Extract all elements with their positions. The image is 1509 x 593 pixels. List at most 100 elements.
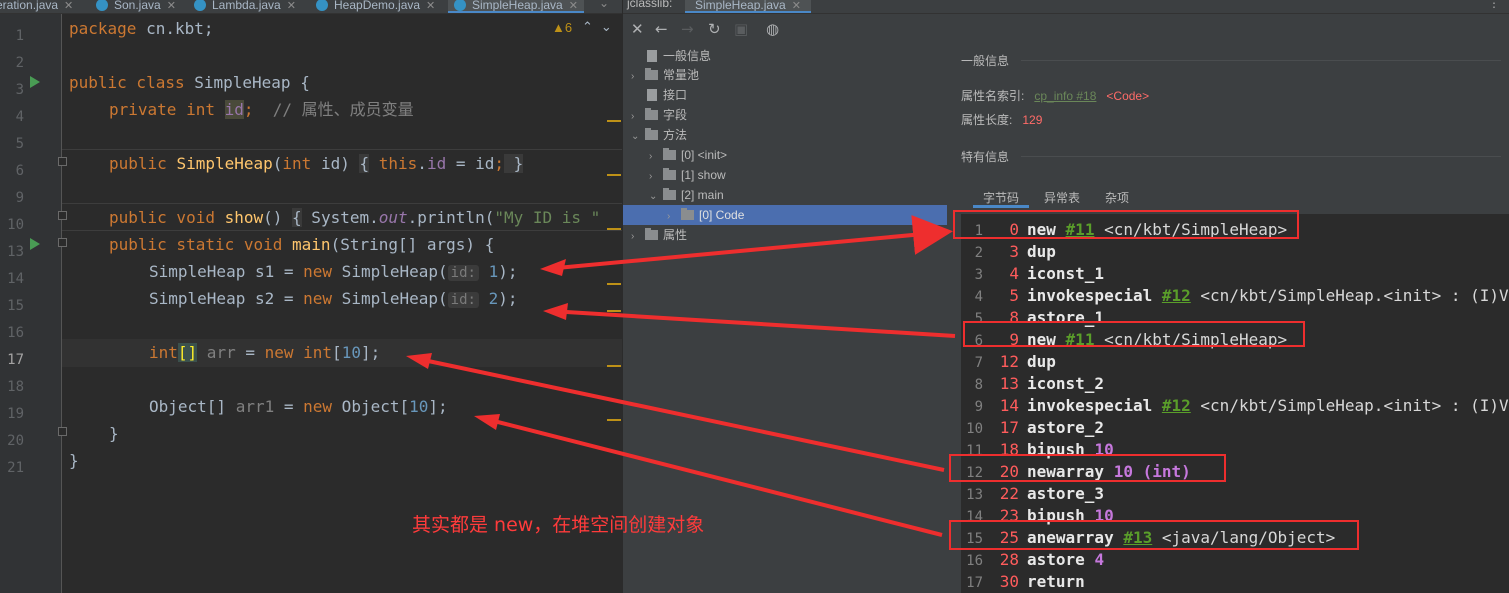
- class-icon: [194, 0, 206, 11]
- keyword: public static void: [109, 235, 293, 254]
- bytecode-row[interactable]: 4 5 invokespecial #12 <cn/kbt/SimpleHeap.<…: [961, 286, 1509, 308]
- tree-item-general[interactable]: 一般信息: [633, 46, 711, 66]
- code-line-1[interactable]: package cn.kbt;: [69, 18, 214, 40]
- code-editor[interactable]: eration.java ✕ Son.java ✕ Lambda.java ✕ Hea…: [0, 0, 622, 593]
- code-text: =: [274, 397, 304, 416]
- warning-indicator[interactable]: ▲6: [552, 20, 572, 35]
- tree-item-constant-pool[interactable]: › 常量池: [631, 65, 699, 85]
- save-icon[interactable]: ▣: [734, 18, 748, 40]
- run-main-icon[interactable]: [30, 238, 40, 250]
- fold-icon[interactable]: [58, 427, 67, 436]
- close-icon[interactable]: ✕: [792, 0, 801, 12]
- tab-bytecode[interactable]: 字节码: [973, 188, 1030, 208]
- refresh-icon[interactable]: ↻: [708, 18, 721, 40]
- warning-stripe[interactable]: [607, 283, 621, 285]
- run-class-icon[interactable]: [30, 76, 40, 88]
- warning-nav-icons[interactable]: ⌃⌄: [582, 19, 620, 35]
- tree-item-fields[interactable]: › 字段: [631, 105, 687, 125]
- bytecode-row[interactable]: 8 13 iconst_2: [961, 374, 1105, 396]
- warning-stripe[interactable]: [607, 228, 621, 230]
- back-icon[interactable]: ←: [655, 18, 668, 40]
- folded-brace[interactable]: }: [504, 154, 524, 173]
- cp-ref-link[interactable]: #12: [1162, 396, 1191, 415]
- code-line-19[interactable]: Object[] arr1 = new Object[10];: [149, 396, 448, 418]
- more-options-icon[interactable]: ⋮: [1488, 0, 1500, 10]
- tab-misc[interactable]: 杂项: [1095, 188, 1139, 208]
- opcode: astore_3: [1027, 484, 1105, 503]
- tree-item-interfaces[interactable]: 接口: [633, 85, 687, 105]
- chevron-right-icon[interactable]: ›: [649, 147, 663, 167]
- tree-item-code[interactable]: › [0] Code: [667, 205, 744, 225]
- close-icon[interactable]: ✕: [287, 0, 296, 12]
- code-line-21[interactable]: }: [69, 450, 79, 472]
- opcode: iconst_2: [1027, 374, 1105, 393]
- field-label: 属性名索引:: [961, 89, 1025, 103]
- chevron-down-icon[interactable]: ⌄: [649, 187, 663, 207]
- field-value: 129: [1022, 113, 1043, 127]
- tab-exception-table[interactable]: 异常表: [1034, 188, 1090, 208]
- tree-item-method-init[interactable]: › [0] <init>: [649, 145, 727, 165]
- code-text: .println(: [407, 208, 495, 227]
- close-icon[interactable]: ✕: [631, 18, 644, 40]
- tree-item-method-show[interactable]: › [1] show: [649, 165, 726, 185]
- chevron-down-icon[interactable]: ⌄: [631, 127, 645, 147]
- code-line-14[interactable]: SimpleHeap s1 = new SimpleHeap(id: 1);: [149, 261, 517, 283]
- tab-lambda-java[interactable]: Lambda.java ✕: [194, 0, 296, 13]
- chevron-right-icon[interactable]: ›: [649, 167, 663, 187]
- code-text: Object[: [332, 397, 410, 416]
- chevron-right-icon[interactable]: ›: [631, 67, 645, 87]
- bytecode-row[interactable]: 16 28 astore 4: [961, 550, 1104, 572]
- code-line-20[interactable]: }: [109, 423, 119, 445]
- globe-icon[interactable]: ◍: [766, 18, 779, 40]
- forward-icon[interactable]: →: [681, 18, 694, 40]
- folded-brace[interactable]: {: [292, 208, 302, 227]
- chevron-right-icon[interactable]: ›: [667, 207, 681, 227]
- warning-stripe[interactable]: [607, 310, 621, 312]
- warning-stripe[interactable]: [607, 365, 621, 367]
- fold-icon[interactable]: [58, 157, 67, 166]
- bytecode-row[interactable]: 2 3 dup: [961, 242, 1056, 264]
- chevron-right-icon[interactable]: ›: [631, 107, 645, 127]
- tree-item-attributes[interactable]: › 属性: [631, 225, 687, 245]
- code-line-6[interactable]: public SimpleHeap(int id) { this.id = id…: [109, 153, 524, 175]
- tab-jclasslib-simpleheap[interactable]: SimpleHeap.java ✕: [685, 0, 811, 13]
- tree-label: [0] <init>: [681, 148, 728, 162]
- cp-info-link[interactable]: cp_info #18: [1034, 89, 1096, 103]
- tree-item-method-main[interactable]: ⌄ [2] main: [649, 185, 724, 205]
- warning-stripe[interactable]: [607, 120, 621, 122]
- close-icon[interactable]: ✕: [64, 0, 73, 12]
- bytecode-row[interactable]: 7 12 dup: [961, 352, 1056, 374]
- code-line-17[interactable]: int[] arr = new int[10];: [149, 342, 380, 364]
- method-separator: [62, 203, 622, 204]
- folded-brace[interactable]: {: [359, 154, 370, 173]
- warning-stripe[interactable]: [607, 174, 621, 176]
- tree-item-methods[interactable]: ⌄ 方法: [631, 125, 687, 145]
- tab-overflow-icon[interactable]: ⌄: [599, 0, 609, 10]
- row-index: 13: [966, 487, 983, 503]
- bytecode-row[interactable]: 9 14 invokespecial #12 <cn/kbt/SimpleHeap.…: [961, 396, 1509, 418]
- bytecode-row[interactable]: 3 4 iconst_1: [961, 264, 1105, 286]
- fold-icon[interactable]: [58, 238, 67, 247]
- close-icon[interactable]: ✕: [426, 0, 435, 12]
- code-line-4[interactable]: private int id; // 属性、成员变量: [109, 99, 414, 121]
- code-line-13[interactable]: public static void main(String[] args) {: [109, 234, 494, 256]
- fold-icon[interactable]: [58, 211, 67, 220]
- chevron-right-icon[interactable]: ›: [631, 227, 645, 247]
- static-field: out: [378, 208, 408, 227]
- close-icon[interactable]: ✕: [569, 0, 578, 12]
- method-separator: [62, 230, 622, 231]
- tab-son-java[interactable]: Son.java ✕: [96, 0, 176, 13]
- tab-heapdemo-java[interactable]: HeapDemo.java ✕: [316, 0, 435, 13]
- cp-ref-link[interactable]: #12: [1162, 286, 1191, 305]
- bytecode-row[interactable]: 17 30 return: [961, 572, 1085, 593]
- tab-eration-java[interactable]: eration.java ✕: [0, 0, 73, 13]
- tab-simpleheap-java[interactable]: SimpleHeap.java ✕: [448, 0, 584, 13]
- code-line-15[interactable]: SimpleHeap s2 = new SimpleHeap(id: 2);: [149, 288, 517, 310]
- close-icon[interactable]: ✕: [167, 0, 176, 12]
- bytecode-offset: 4: [1009, 264, 1019, 283]
- code-line-10[interactable]: public void show() { System.out.println(…: [109, 207, 600, 229]
- bytecode-row[interactable]: 10 17 astore_2: [961, 418, 1104, 440]
- code-line-3[interactable]: public class SimpleHeap {: [69, 72, 310, 94]
- warning-stripe[interactable]: [607, 419, 621, 421]
- bytecode-row[interactable]: 13 22 astore_3: [961, 484, 1104, 506]
